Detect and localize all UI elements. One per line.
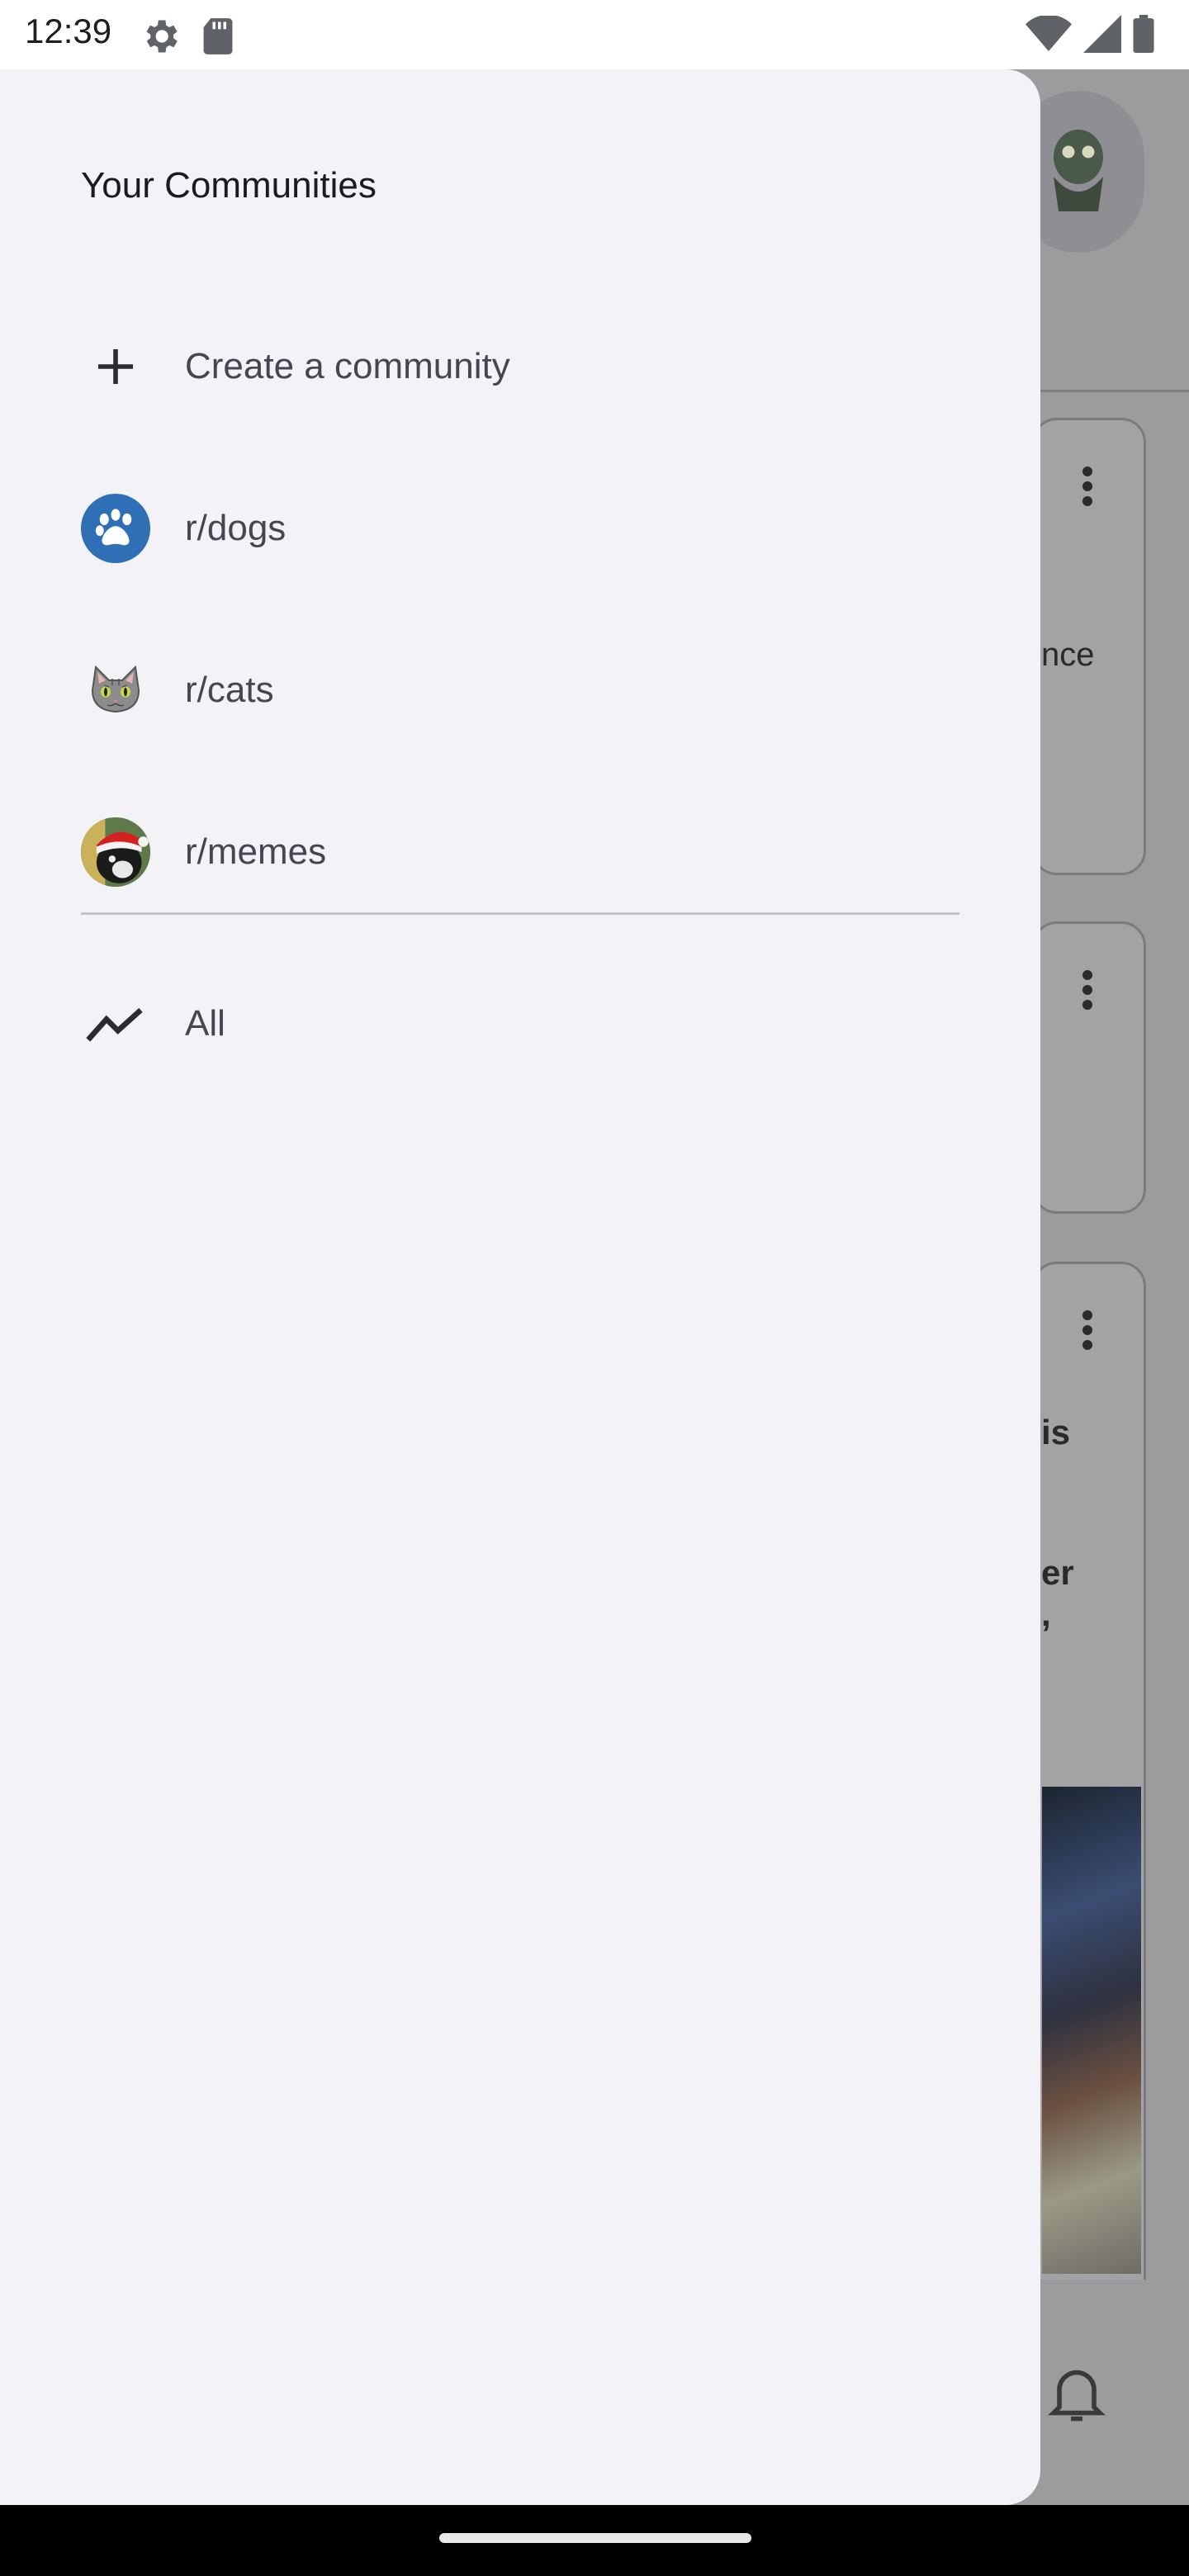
post-card[interactable]: nce (1032, 418, 1146, 875)
paw-icon (81, 494, 150, 563)
post-title-fragment: is (1041, 1413, 1071, 1451)
post-title-fragment: , (1041, 1594, 1051, 1633)
plus-icon (81, 332, 150, 401)
community-label: r/memes (185, 831, 327, 872)
more-options-icon[interactable] (1082, 1310, 1092, 1355)
post-text-fragment: nce (1041, 637, 1095, 673)
post-image[interactable] (1042, 1787, 1141, 2274)
all-label: All (185, 1003, 225, 1044)
all-communities-button[interactable]: All (81, 974, 973, 1073)
memes-avatar (81, 817, 150, 887)
settings-icon (139, 15, 182, 62)
wifi-icon (1026, 14, 1072, 56)
signal-icon (1083, 15, 1121, 57)
cats-avatar (81, 656, 150, 725)
community-item-memes[interactable]: r/memes (81, 803, 973, 902)
create-community-label: Create a community (185, 346, 510, 386)
more-options-icon[interactable] (1082, 466, 1092, 511)
status-bar: 12:39 (0, 0, 1189, 69)
memes-avatar-image (81, 817, 150, 887)
battery-icon (1133, 15, 1154, 57)
cat-icon (81, 656, 150, 725)
bg-divider (1040, 390, 1189, 392)
community-label: r/cats (185, 670, 274, 710)
post-title-fragment: er (1041, 1553, 1074, 1592)
dogs-avatar (81, 494, 150, 563)
create-community-button[interactable]: Create a community (81, 317, 973, 416)
status-time: 12:39 (25, 12, 112, 50)
navigation-drawer: Your Communities Create a community r/do… (0, 69, 1040, 2505)
community-item-dogs[interactable]: r/dogs (81, 479, 973, 578)
sd-card-icon (200, 17, 236, 60)
trending-icon (81, 989, 150, 1058)
home-gesture-handle[interactable] (439, 2533, 751, 2543)
post-card[interactable] (1032, 921, 1146, 1214)
notifications-icon[interactable] (1042, 2358, 1111, 2432)
community-label: r/dogs (185, 508, 287, 548)
drawer-title: Your Communities (81, 165, 377, 206)
more-options-icon[interactable] (1082, 970, 1092, 1015)
community-item-cats[interactable]: r/cats (81, 641, 973, 740)
drawer-divider (81, 912, 959, 915)
